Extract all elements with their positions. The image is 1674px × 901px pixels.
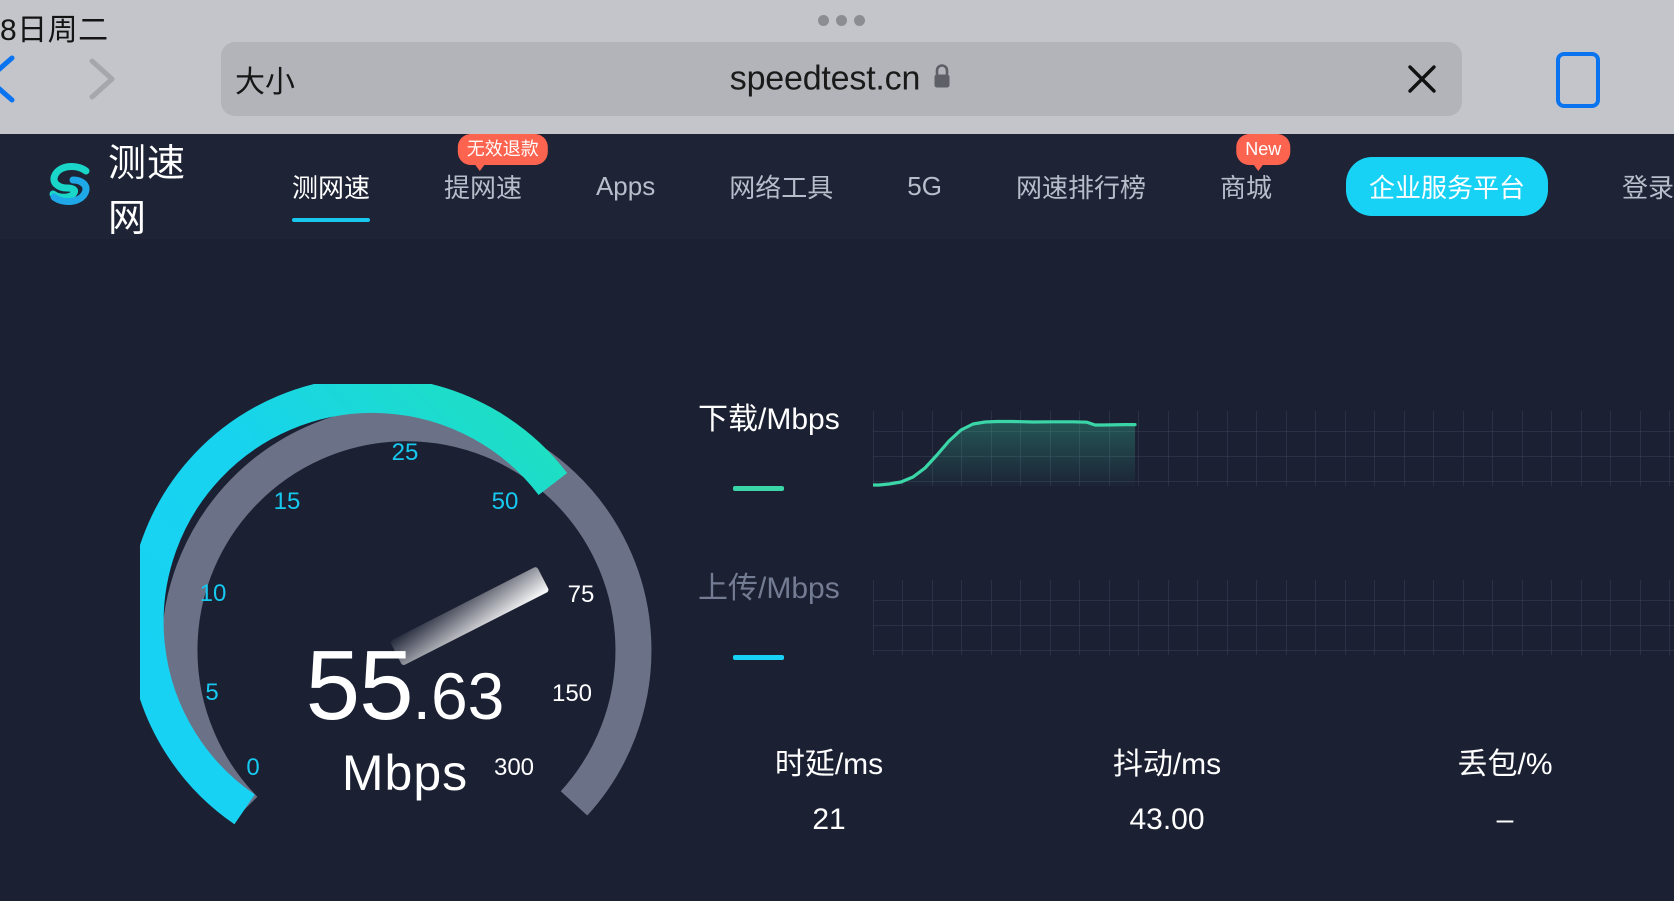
tab-dot bbox=[818, 15, 829, 26]
nav-item-label: 网络工具 bbox=[729, 173, 834, 203]
tab-dot bbox=[854, 15, 865, 26]
chevron-left-icon[interactable] bbox=[0, 50, 30, 108]
site-header: 测速网 测网速 无效退款 提网速 Apps 网络工具 5G 网速排行榜 New … bbox=[0, 132, 1674, 242]
upload-metric: 上传/Mbps bbox=[698, 563, 1674, 693]
nav-item-boost[interactable]: 无效退款 提网速 bbox=[443, 134, 548, 205]
nav-item-label: Apps bbox=[595, 171, 656, 201]
stat-packet-loss: 丢包/% – bbox=[1336, 739, 1674, 837]
stat-value: 43.00 bbox=[1129, 803, 1205, 836]
nav-item-label: 商城 bbox=[1219, 173, 1272, 203]
gauge-tick-75: 75 bbox=[567, 581, 595, 608]
speed-gauge: 0 5 10 15 25 50 75 150 300 55.63 Mbps bbox=[140, 384, 670, 901]
reader-icon[interactable] bbox=[1556, 52, 1600, 108]
download-chart bbox=[871, 406, 1674, 506]
stat-jitter: 抖动/ms 43.00 bbox=[998, 739, 1336, 837]
status-bar-date: 8日周二 bbox=[0, 14, 109, 47]
close-icon[interactable] bbox=[1402, 59, 1442, 99]
url-display: speedtest.cn bbox=[221, 60, 1462, 99]
gauge-value-integer: 55 bbox=[305, 630, 414, 740]
download-label: 下载/Mbps bbox=[698, 403, 840, 436]
chevron-right-icon[interactable] bbox=[78, 50, 122, 108]
url-text: speedtest.cn bbox=[729, 59, 921, 98]
nav-item-network-tools[interactable]: 网络工具 bbox=[729, 168, 833, 205]
brand-name: 测速网 bbox=[108, 142, 187, 240]
upload-chart bbox=[873, 575, 1674, 675]
nav-item-rankings[interactable]: 网速排行榜 bbox=[1016, 168, 1146, 205]
stat-label: 时延/ms bbox=[774, 748, 884, 781]
download-indicator bbox=[733, 486, 784, 491]
tab-dot bbox=[836, 15, 847, 26]
gauge-unit: Mbps bbox=[341, 745, 469, 801]
gauge-value-decimal: .63 bbox=[412, 659, 505, 733]
stats-row: 时延/ms 21 抖动/ms 43.00 丢包/% – bbox=[660, 739, 1674, 837]
nav-item-label: 提网速 bbox=[443, 173, 522, 203]
nav-item-speedtest[interactable]: 测网速 bbox=[291, 168, 370, 222]
gauge-tick-50: 50 bbox=[491, 488, 519, 515]
main-content: 0 5 10 15 25 50 75 150 300 55.63 Mbps 下载… bbox=[0, 239, 1674, 901]
gauge-tick-10: 10 bbox=[199, 580, 227, 607]
stat-latency: 时延/ms 21 bbox=[660, 739, 998, 837]
nav-badge-refund: 无效退款 bbox=[457, 134, 548, 171]
nav-item-apps[interactable]: Apps bbox=[596, 171, 655, 202]
gauge-value: 55.63 bbox=[140, 636, 670, 734]
stat-value: – bbox=[1496, 803, 1514, 836]
speedtest-page: 8日周二 大小 speedtest.cn 测速网 测网速 无效退款 提网速 Ap… bbox=[0, 0, 1674, 901]
stat-value: 21 bbox=[812, 803, 846, 836]
main-nav: 测网速 无效退款 提网速 Apps 网络工具 5G 网速排行榜 New 商城 企… bbox=[291, 134, 1674, 222]
url-bar[interactable]: 大小 speedtest.cn bbox=[221, 42, 1462, 116]
lock-icon bbox=[931, 63, 953, 95]
login-link[interactable]: 登录 bbox=[1622, 168, 1674, 205]
speedtest-logo-icon bbox=[44, 158, 96, 215]
browser-chrome: 8日周二 大小 speedtest.cn bbox=[0, 0, 1674, 134]
stat-label: 抖动/ms bbox=[1112, 748, 1222, 781]
download-metric: 下载/Mbps bbox=[698, 394, 1674, 524]
nav-item-label: 5G bbox=[907, 171, 942, 201]
upload-label: 上传/Mbps bbox=[698, 572, 840, 605]
nav-item-5g[interactable]: 5G bbox=[907, 171, 942, 202]
gauge-tick-15: 15 bbox=[273, 488, 301, 515]
nav-item-label: 网速排行榜 bbox=[1015, 173, 1146, 203]
nav-item-label: 测网速 bbox=[291, 173, 370, 203]
tab-dots-icon[interactable] bbox=[818, 15, 865, 26]
enterprise-platform-button[interactable]: 企业服务平台 bbox=[1345, 157, 1548, 216]
stat-label: 丢包/% bbox=[1457, 748, 1553, 781]
nav-item-store[interactable]: New 商城 bbox=[1219, 134, 1291, 205]
nav-badge-new: New bbox=[1236, 134, 1291, 171]
gauge-tick-25: 25 bbox=[391, 439, 419, 466]
brand[interactable]: 测速网 bbox=[44, 132, 206, 242]
upload-indicator bbox=[733, 655, 784, 660]
